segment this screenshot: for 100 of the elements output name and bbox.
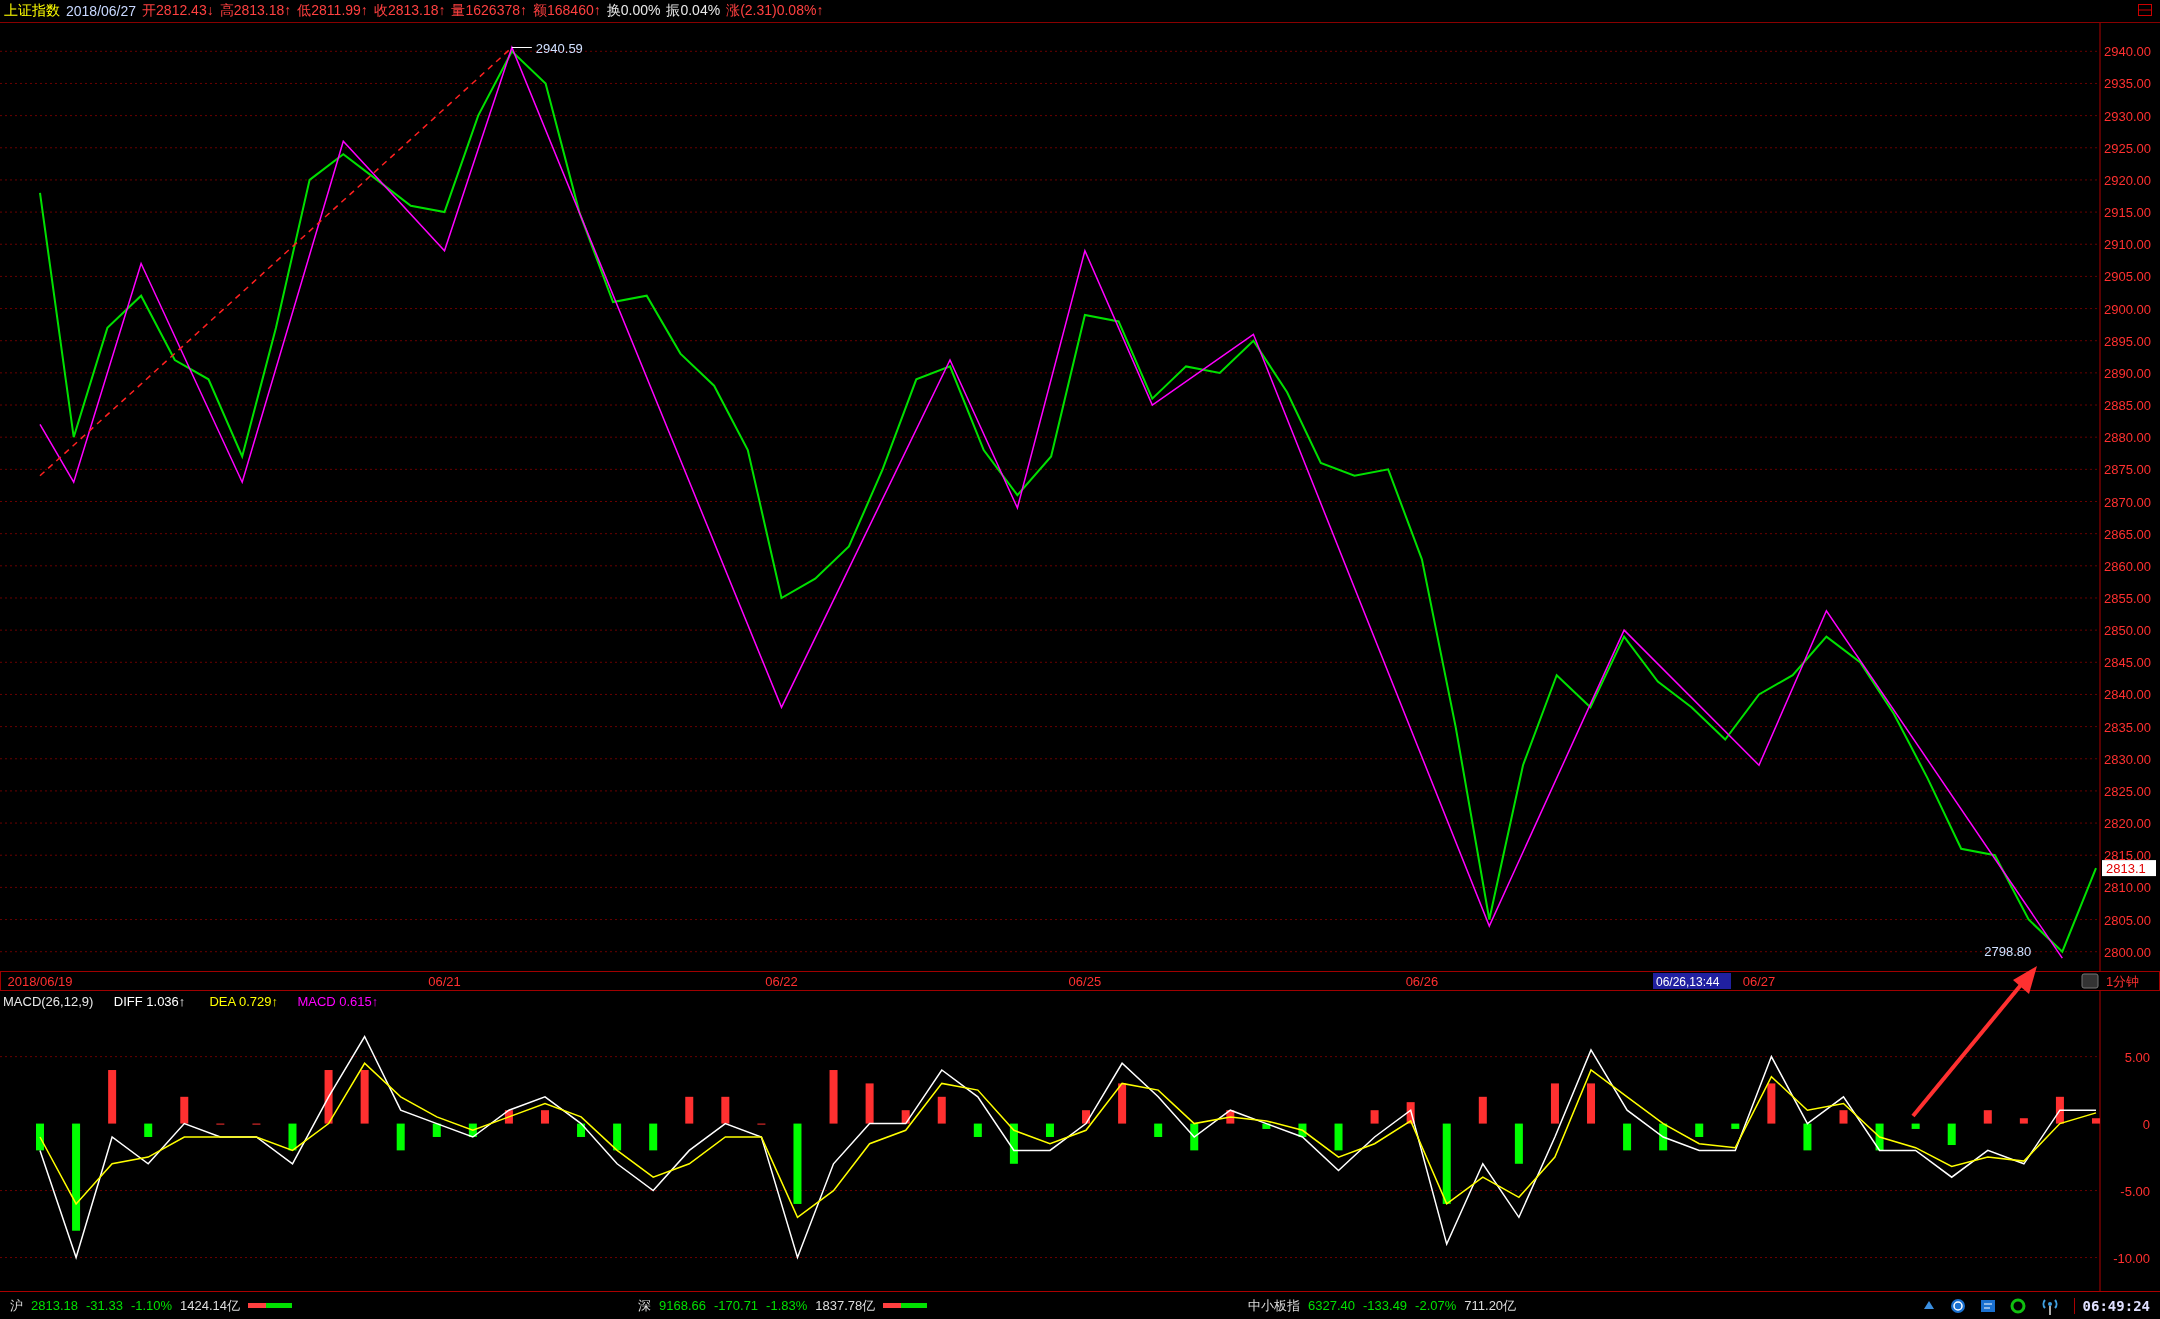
axis-label: 2860.00 (2104, 558, 2151, 574)
axis-label: 2820.00 (2104, 816, 2151, 832)
histogram-bar (288, 1123, 297, 1151)
histogram-bar (432, 1123, 441, 1137)
indicator-legend: DIFF 1.036↑ (113, 994, 186, 1009)
date-label: 06/26 (1405, 974, 1439, 989)
histogram-bar (504, 1110, 513, 1124)
turnover-amount: 1424.14亿 (180, 1296, 241, 1315)
axis-label: 2800.00 (2104, 944, 2151, 960)
axis-label: 2930.00 (2104, 108, 2151, 124)
date-label: 06/25 (1068, 974, 1102, 989)
histogram-bar (1550, 1083, 1559, 1124)
histogram-bar (1767, 1083, 1776, 1124)
index-change: -170.71 (714, 1298, 759, 1313)
axis-label: 2805.00 (2104, 912, 2151, 928)
quote-field: 振0.04% (666, 2, 721, 20)
quote-field: 高2813.18↑ (219, 2, 292, 20)
axis-label: 2885.00 (2104, 398, 2151, 414)
histogram-bar (1226, 1110, 1235, 1124)
histogram-bar (1406, 1102, 1415, 1124)
histogram-bar (2019, 1118, 2028, 1124)
quote-field: 2018/06/27 (66, 3, 137, 19)
market-name: 中小板指 (1248, 1296, 1300, 1315)
histogram-bar (1623, 1123, 1632, 1151)
histogram-bar (1514, 1123, 1523, 1164)
axis-label: 2845.00 (2104, 655, 2151, 671)
histogram-bar (829, 1070, 838, 1124)
histogram-bar (649, 1123, 658, 1151)
axis-label: 2900.00 (2104, 301, 2151, 317)
histogram-bar (685, 1096, 694, 1124)
histogram-bar (36, 1123, 44, 1151)
date-label: 06/22 (765, 974, 798, 989)
histogram-bar (144, 1123, 153, 1137)
histogram-bar (1695, 1123, 1704, 1137)
high-label: 2940.59 (535, 40, 583, 56)
histogram-bar (108, 1070, 117, 1124)
indicator-legend: DEA 0.729↑ (209, 994, 279, 1009)
histogram-bar (1659, 1123, 1668, 1151)
quote-field: 额168460↑ (533, 2, 601, 20)
axis-label: 2835.00 (2104, 719, 2151, 735)
axis-label: 2940.00 (2104, 44, 2151, 60)
coin-icon[interactable] (1949, 1297, 1966, 1314)
indicator-legend: MACD(26,12,9) (3, 994, 94, 1009)
axis-label: 2905.00 (2104, 269, 2151, 285)
histogram-bar (1911, 1123, 1920, 1129)
period-toggle[interactable] (2081, 973, 2099, 989)
histogram-bar (1334, 1123, 1343, 1151)
index-change: -31.33 (86, 1298, 123, 1313)
histogram-bar (541, 1110, 549, 1124)
axis-label: 2880.00 (2104, 430, 2151, 446)
axis-label: 0 (2142, 1116, 2150, 1132)
histogram-bar (1082, 1110, 1091, 1124)
quote-field: 开2812.43↓ (142, 2, 214, 20)
histogram-bar (396, 1123, 405, 1151)
market-name: 沪 (10, 1296, 23, 1315)
axis-label: 2840.00 (2104, 687, 2151, 703)
restore-icon[interactable] (2138, 4, 2152, 16)
axis-label: -5.00 (2120, 1183, 2150, 1199)
histogram-bar (1731, 1123, 1740, 1129)
indicator-legend: MACD 0.615↑ (297, 994, 379, 1009)
index-value: 6327.40 (1308, 1298, 1355, 1313)
axis-label: 2910.00 (2104, 237, 2151, 253)
histogram-bar (180, 1096, 189, 1124)
quote-field: 收2813.18↑ (373, 2, 446, 20)
cursor-date-label: 06/26,13:44 (1653, 973, 1731, 989)
axis-label: 2920.00 (2104, 172, 2151, 188)
date-label: 06/21 (428, 974, 461, 989)
low-label: 2798.80 (1984, 944, 2032, 960)
axis-label: 5.00 (2124, 1049, 2150, 1065)
histogram-bar (1947, 1123, 1956, 1145)
histogram-bar (865, 1083, 874, 1124)
histogram-bar (1045, 1123, 1054, 1137)
axis-label: 2850.00 (2104, 623, 2151, 639)
histogram-bar (1009, 1123, 1018, 1164)
histogram-bar (1803, 1123, 1812, 1151)
histogram-bar (1875, 1123, 1884, 1151)
axis-label: 2825.00 (2104, 783, 2151, 799)
axis-label: 2935.00 (2104, 76, 2151, 92)
histogram-bar (1983, 1110, 1992, 1124)
index-percent: -1.10% (130, 1298, 173, 1313)
turnover-amount: 1837.78亿 (815, 1296, 876, 1315)
date-label: 06/27 (1742, 974, 1776, 989)
histogram-bar (721, 1096, 730, 1124)
date-label: 2018/06/19 (7, 974, 73, 989)
axis-label: 2810.00 (2104, 880, 2151, 896)
axis-label: 2925.00 (2104, 140, 2151, 156)
histogram-bar (1370, 1110, 1379, 1124)
histogram-bar (360, 1070, 369, 1124)
histogram-bar (1118, 1083, 1127, 1124)
histogram-bar (2055, 1096, 2064, 1124)
period-label[interactable]: 1分钟 (2106, 974, 2140, 989)
quote-field: 上证指数 (4, 2, 60, 20)
index-value: 9168.66 (659, 1298, 706, 1313)
histogram-bar (937, 1096, 946, 1124)
index-percent: -2.07% (1415, 1298, 1457, 1313)
histogram-bar (1154, 1123, 1163, 1137)
histogram-bar (973, 1123, 982, 1137)
index-value: 2813.18 (31, 1298, 78, 1313)
histogram-bar (613, 1123, 622, 1151)
histogram-bar (1478, 1096, 1487, 1124)
